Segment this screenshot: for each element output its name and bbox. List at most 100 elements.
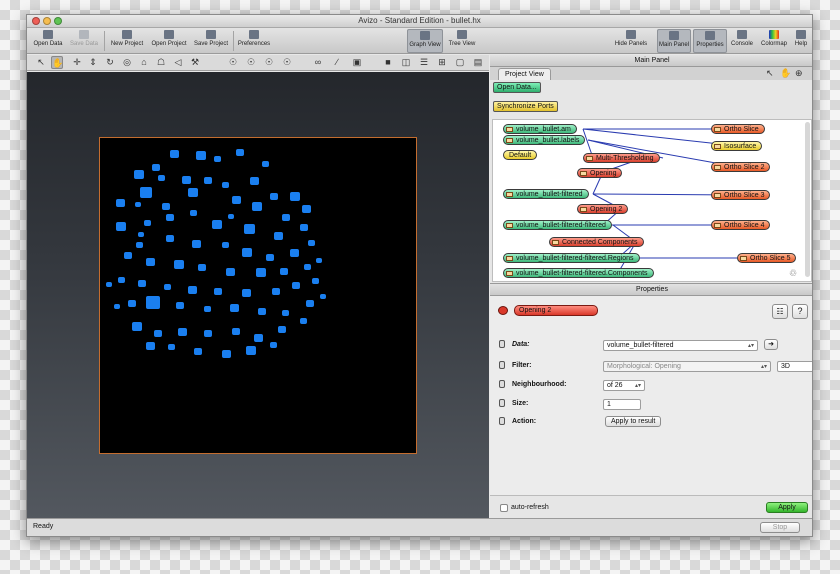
snapshot-icon[interactable]: ▣: [351, 56, 363, 69]
hand-icon[interactable]: ✋: [780, 68, 791, 79]
graph-node-ortho-slice-3[interactable]: Ortho Slice 3: [711, 190, 771, 200]
view-all-icon[interactable]: ◁: [172, 56, 184, 69]
graph-node-regions[interactable]: volume_bullet-filtered-filtered.Regions: [503, 253, 640, 263]
pointer-icon[interactable]: ↖: [766, 68, 774, 79]
trash-icon[interactable]: ♲: [789, 268, 797, 279]
labeled-region-spot: [138, 280, 146, 287]
new-project-button[interactable]: New Project: [107, 29, 147, 53]
preferences-icon: [249, 30, 259, 39]
size-port-label: Size:: [512, 400, 529, 407]
graph-node-ortho-slice[interactable]: Ortho Slice: [711, 124, 765, 134]
layout-2-icon[interactable]: ◫: [400, 56, 412, 69]
graph-node-ortho-slice-4[interactable]: Ortho Slice 4: [711, 220, 771, 230]
axis-x-icon[interactable]: ☉: [227, 56, 239, 69]
apply-button[interactable]: Apply: [766, 502, 808, 513]
graph-node-default[interactable]: Default: [503, 150, 538, 160]
set-home-icon[interactable]: ☖: [155, 56, 167, 69]
labeled-region-spot: [228, 214, 234, 219]
labeled-region-spot: [152, 164, 160, 171]
connect-port-button[interactable]: ➜: [764, 339, 778, 350]
module-visibility-icon[interactable]: [498, 306, 508, 315]
rotate-icon[interactable]: ↻: [104, 56, 116, 69]
labeled-region-spot: [136, 242, 143, 248]
properties-button[interactable]: Properties: [693, 29, 727, 53]
layout-3-icon[interactable]: ☰: [418, 56, 430, 69]
console-button[interactable]: Console: [729, 29, 755, 53]
node-label: Opening: [590, 170, 617, 177]
graph-node-opening-2[interactable]: Opening 2: [577, 204, 629, 214]
filter-select[interactable]: Morphological: Opening ▴▾: [603, 361, 771, 372]
labeled-region-spot: [178, 328, 187, 336]
open-project-button[interactable]: Open Project: [148, 29, 190, 53]
main-panel-label: Main Panel: [658, 42, 690, 48]
filter-dimension-select[interactable]: 3D▴▾: [777, 361, 812, 372]
port-pin-icon[interactable]: [499, 417, 505, 425]
axis-neg-icon[interactable]: ☉: [281, 56, 293, 69]
apply-to-result-button[interactable]: Apply to result: [605, 416, 662, 427]
size-input[interactable]: 1: [603, 399, 641, 410]
zoom-icon[interactable]: ⇕: [87, 56, 99, 69]
labeled-region-spot: [192, 240, 201, 248]
measure-tool-icon[interactable]: ∕: [331, 56, 343, 69]
layout-5-icon[interactable]: ▤: [472, 56, 484, 69]
graph-node-ortho-slice-5[interactable]: Ortho Slice 5: [737, 253, 797, 263]
interact-icon[interactable]: ✋: [51, 56, 63, 69]
pointer-icon[interactable]: ↖: [35, 56, 47, 69]
fullscreen-icon[interactable]: ▢: [454, 56, 466, 69]
project-graph[interactable]: volume_bullet.am volume_bullet.labels De…: [492, 119, 812, 282]
data-port-select[interactable]: volume_bullet-filtered ▴▾: [603, 340, 758, 351]
preferences-button[interactable]: Preferences: [235, 29, 273, 53]
labeled-region-spot: [146, 342, 155, 350]
auto-refresh-checkbox[interactable]: [500, 504, 508, 512]
measure-icon[interactable]: ⚒: [189, 56, 201, 69]
layout-1-icon[interactable]: ■: [382, 56, 394, 69]
module-settings-button[interactable]: ☷: [772, 304, 788, 319]
labeled-region-spot: [174, 260, 184, 269]
graph-node-volume-bullet-labels[interactable]: volume_bullet.labels: [503, 135, 586, 145]
synchronize-ports-button[interactable]: Synchronize Ports: [493, 101, 558, 112]
tab-project-view[interactable]: Project View: [498, 68, 551, 80]
graph-view-button[interactable]: Graph View: [407, 29, 443, 53]
port-pin-icon[interactable]: [499, 399, 505, 407]
tree-view-button[interactable]: Tree View: [445, 29, 479, 53]
open-data-button[interactable]: Open Data: [31, 29, 65, 53]
3d-viewer[interactable]: [27, 72, 489, 519]
port-pin-icon[interactable]: [499, 380, 505, 388]
translate-icon[interactable]: ✛: [71, 56, 83, 69]
hide-panels-button[interactable]: Hide Panels: [613, 29, 649, 53]
open-data-graph-button[interactable]: Open Data...: [493, 82, 541, 93]
graph-node-opening[interactable]: Opening: [577, 168, 623, 178]
graph-scrollbar[interactable]: [805, 122, 810, 277]
stereo-glasses-icon[interactable]: ∞: [312, 56, 324, 69]
layout-4-icon[interactable]: ⊞: [436, 56, 448, 69]
graph-node-volume-bullet-filtered[interactable]: volume_bullet-filtered: [503, 189, 589, 199]
trackball-icon[interactable]: ◎: [121, 56, 133, 69]
axis-z-icon[interactable]: ☉: [263, 56, 275, 69]
graph-node-volume-bullet-am[interactable]: volume_bullet.am: [503, 124, 577, 134]
port-pin-icon[interactable]: [499, 340, 505, 348]
labeled-region-spot: [304, 264, 311, 270]
help-button[interactable]: Help: [792, 29, 810, 53]
graph-node-multi-thresholding[interactable]: Multi-Thresholding: [583, 153, 660, 163]
home-icon[interactable]: ⌂: [138, 56, 150, 69]
save-data-button[interactable]: Save Data: [67, 29, 101, 53]
axis-y-icon[interactable]: ☉: [245, 56, 257, 69]
graph-node-ortho-slice-2[interactable]: Ortho Slice 2: [711, 162, 771, 172]
save-project-button[interactable]: Save Project: [191, 29, 231, 53]
neighbourhood-select[interactable]: of 26 ▴▾: [603, 380, 645, 391]
zoom-fit-icon[interactable]: ⊕: [795, 68, 803, 79]
stop-button[interactable]: Stop: [760, 522, 800, 533]
graph-node-connected-components[interactable]: Connected Components: [549, 237, 644, 247]
colormap-icon: [769, 30, 779, 39]
slice-canvas[interactable]: [99, 137, 417, 454]
colormap-button[interactable]: Colormap: [758, 29, 790, 53]
graph-node-volume-bullet-filtered-filtered[interactable]: volume_bullet-filtered-filtered: [503, 220, 612, 230]
main-toolbar: Open Data Save Data New Project Open Pro…: [27, 28, 812, 54]
main-panel-button[interactable]: Main Panel: [657, 29, 691, 53]
help-question-button[interactable]: ?: [792, 304, 808, 319]
port-pin-icon[interactable]: [499, 361, 505, 369]
labeled-region-spot: [132, 322, 142, 331]
graph-node-isosurface[interactable]: Isosurface: [711, 141, 763, 151]
graph-node-components[interactable]: volume_bullet-filtered-filtered.Componen…: [503, 268, 654, 278]
title-bar: Avizo - Standard Edition - bullet.hx: [27, 15, 812, 28]
